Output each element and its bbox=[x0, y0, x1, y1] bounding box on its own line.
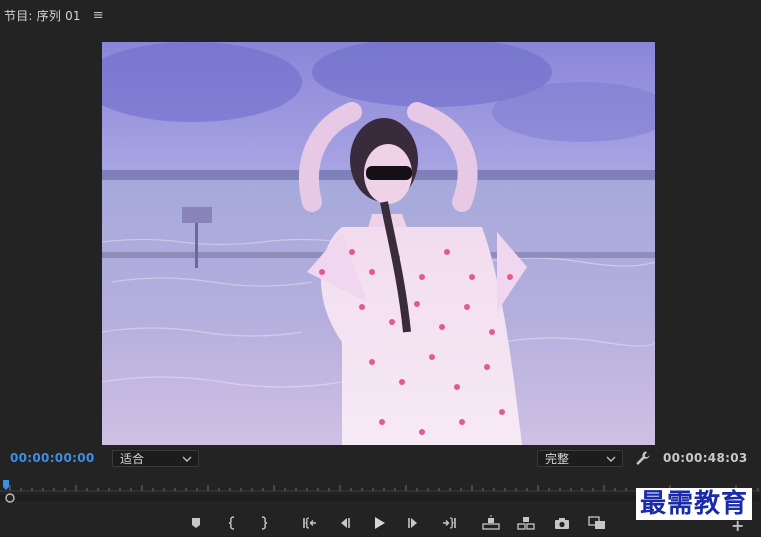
playback-resolution-value: 完整 bbox=[545, 452, 570, 466]
panel-menu-icon[interactable]: ≡ bbox=[93, 8, 104, 23]
wrench-icon[interactable] bbox=[635, 450, 651, 466]
preview-image bbox=[102, 42, 655, 445]
camera-icon[interactable] bbox=[553, 515, 571, 531]
chevron-down-icon bbox=[182, 456, 192, 462]
program-monitor-preview bbox=[102, 42, 655, 445]
panel-title[interactable]: 节目: 序列 01 bbox=[4, 7, 81, 24]
mark-in-icon[interactable] bbox=[223, 515, 241, 531]
zoom-level-value: 适合 bbox=[120, 452, 145, 466]
marker-icon[interactable] bbox=[187, 515, 205, 531]
step-back-icon[interactable] bbox=[335, 515, 353, 531]
extract-icon[interactable] bbox=[517, 515, 535, 531]
mark-out-icon[interactable] bbox=[255, 515, 273, 531]
comparison-view-icon[interactable] bbox=[588, 515, 606, 531]
zoom-level-dropdown[interactable]: 适合 bbox=[112, 450, 199, 467]
chevron-down-icon bbox=[606, 456, 616, 462]
playhead-marker bbox=[3, 480, 9, 490]
plus-icon[interactable]: + bbox=[731, 516, 744, 535]
current-timecode[interactable]: 00:00:00:00 bbox=[10, 451, 95, 465]
step-forward-icon[interactable] bbox=[405, 515, 423, 531]
scroll-handle-left bbox=[5, 493, 15, 503]
lift-icon[interactable] bbox=[482, 515, 500, 531]
playback-resolution-dropdown[interactable]: 完整 bbox=[537, 450, 623, 467]
go-to-out-icon[interactable] bbox=[440, 515, 458, 531]
go-to-in-icon[interactable] bbox=[301, 515, 319, 531]
play-icon[interactable] bbox=[370, 515, 388, 531]
duration-timecode: 00:00:48:03 bbox=[663, 451, 748, 465]
panel-header: 节目: 序列 01 ≡ bbox=[0, 0, 761, 30]
